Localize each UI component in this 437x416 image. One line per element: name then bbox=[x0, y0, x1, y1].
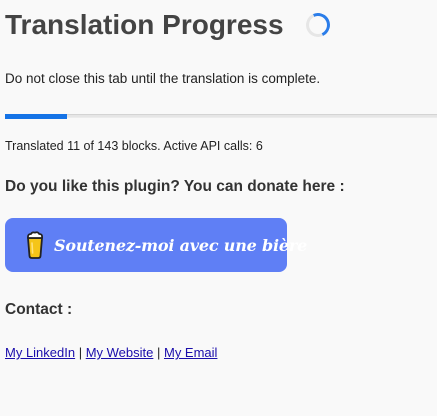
beer-icon bbox=[27, 231, 43, 259]
progress-bar-fill bbox=[5, 114, 68, 119]
link-separator: | bbox=[75, 345, 86, 360]
do-not-close-notice: Do not close this tab until the translat… bbox=[5, 71, 321, 86]
translation-progress-page: Translation Progress Do not close this t… bbox=[0, 0, 437, 416]
page-title: Translation Progress bbox=[5, 9, 284, 40]
donate-button-label: Soutenez-moi avec une bière bbox=[54, 235, 308, 255]
progress-bar bbox=[5, 114, 437, 119]
donate-heading: Do you like this plugin? You can donate … bbox=[5, 178, 345, 195]
link-separator: | bbox=[153, 345, 164, 360]
email-link[interactable]: My Email bbox=[164, 345, 217, 360]
translation-status: Translated 11 of 143 blocks. Active API … bbox=[5, 139, 263, 153]
loading-spinner-icon bbox=[302, 9, 333, 41]
donate-button[interactable]: Soutenez-moi avec une bière bbox=[5, 218, 307, 272]
website-link[interactable]: My Website bbox=[86, 345, 154, 360]
title-row: Translation Progress bbox=[5, 6, 333, 44]
contact-heading: Contact : bbox=[5, 301, 73, 318]
linkedin-link[interactable]: My LinkedIn bbox=[5, 345, 75, 360]
contact-links: My LinkedIn | My Website | My Email bbox=[5, 345, 217, 361]
